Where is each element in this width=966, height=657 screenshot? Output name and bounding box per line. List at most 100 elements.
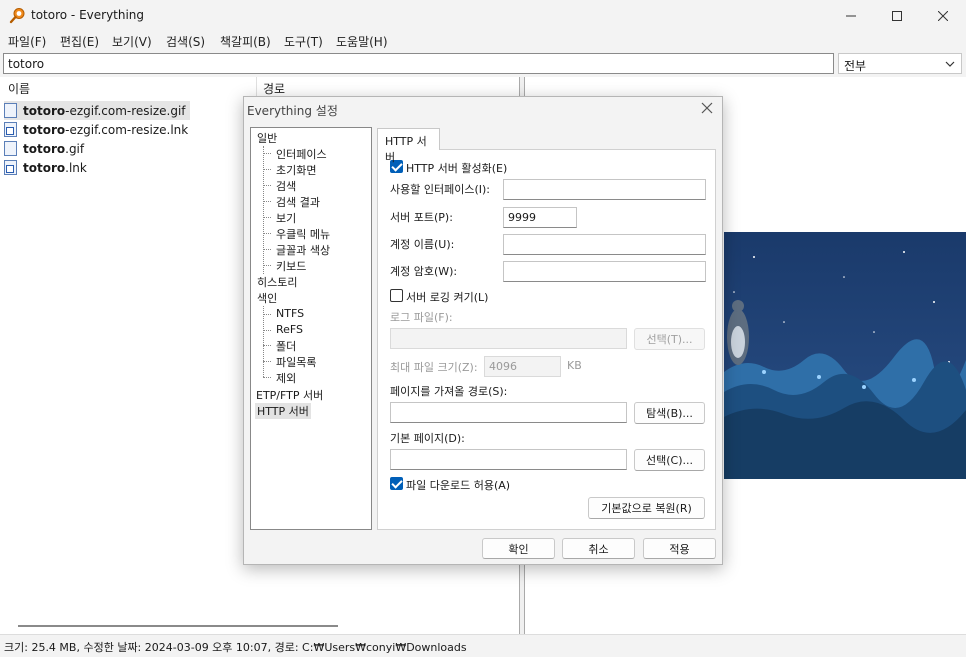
gif-file-icon bbox=[4, 103, 17, 118]
bind-interfaces-field[interactable] bbox=[503, 179, 706, 200]
menu-search[interactable]: 검색(S) bbox=[166, 33, 205, 50]
tree-connector bbox=[263, 249, 271, 250]
tree-item-exclude[interactable]: 제외 bbox=[276, 370, 296, 386]
password-field[interactable] bbox=[503, 261, 706, 282]
preview-image bbox=[724, 232, 966, 479]
apply-button[interactable]: 적용 bbox=[643, 538, 716, 559]
tree-connector bbox=[263, 265, 271, 266]
filter-value: 전부 bbox=[844, 59, 867, 73]
search-input[interactable]: totoro bbox=[3, 53, 834, 74]
allow-download-checkbox[interactable] bbox=[390, 477, 403, 490]
tree-connector bbox=[263, 314, 271, 315]
match-text: totoro bbox=[23, 141, 66, 156]
file-name-rest: .lnk bbox=[65, 160, 87, 175]
tree-item-general[interactable]: 일반 bbox=[257, 130, 277, 146]
tree-item-index[interactable]: 색인 bbox=[257, 290, 277, 306]
logging-label[interactable]: 서버 로깅 켜기(L) bbox=[406, 289, 488, 305]
tree-connector bbox=[263, 306, 264, 377]
tree-item-interface[interactable]: 인터페이스 bbox=[276, 146, 327, 162]
column-header-path[interactable]: 경로 bbox=[257, 77, 291, 97]
settings-dialog: Everything 설정 일반 인터페이스 초기화면 검색 검색 결과 보기 … bbox=[243, 96, 723, 565]
port-label: 서버 포트(P): bbox=[390, 211, 453, 224]
menu-help[interactable]: 도움말(H) bbox=[336, 33, 388, 50]
result-row[interactable]: totoro .gif bbox=[4, 139, 84, 158]
tree-connector bbox=[263, 361, 271, 362]
tree-item-folders[interactable]: 폴더 bbox=[276, 338, 296, 354]
tree-connector bbox=[263, 330, 271, 331]
max-size-field: 4096 bbox=[484, 356, 561, 377]
title-bar: totoro - Everything bbox=[0, 0, 966, 31]
everything-app-icon bbox=[9, 8, 25, 24]
result-row[interactable]: totoro .lnk bbox=[4, 158, 87, 177]
tree-item-view[interactable]: 보기 bbox=[276, 210, 296, 226]
serve-path-field[interactable] bbox=[390, 402, 627, 423]
username-field[interactable] bbox=[503, 234, 706, 255]
column-header-name[interactable]: 이름 bbox=[2, 77, 36, 97]
settings-category-tree[interactable]: 일반 인터페이스 초기화면 검색 검색 결과 보기 우클릭 메뉴 글꼴과 색상 … bbox=[250, 127, 372, 530]
tree-connector bbox=[263, 169, 271, 170]
tree-item-keyboard[interactable]: 키보드 bbox=[276, 258, 306, 274]
dialog-close-icon[interactable] bbox=[700, 101, 714, 115]
shortcut-file-icon bbox=[4, 122, 17, 137]
result-row[interactable]: totoro -ezgif.com-resize.lnk bbox=[4, 120, 188, 139]
tree-item-search[interactable]: 검색 bbox=[276, 178, 296, 194]
log-file-label: 로그 파일(F): bbox=[390, 311, 453, 324]
tree-item-fonts-colors[interactable]: 글꼴과 색상 bbox=[276, 242, 330, 258]
close-button[interactable] bbox=[920, 0, 966, 31]
shortcut-file-icon bbox=[4, 160, 17, 175]
match-text: totoro bbox=[23, 122, 66, 137]
chevron-down-icon bbox=[945, 61, 955, 67]
port-field[interactable]: 9999 bbox=[503, 207, 577, 228]
log-file-select-button: 선택(T)... bbox=[634, 328, 705, 350]
tab-http-server[interactable]: HTTP 서버 bbox=[377, 128, 440, 164]
allow-download-label[interactable]: 파일 다운로드 허용(A) bbox=[406, 477, 510, 493]
default-page-select-button[interactable]: 선택(C)... bbox=[634, 449, 705, 471]
maximize-icon bbox=[892, 10, 902, 21]
maximize-button[interactable] bbox=[874, 0, 920, 31]
menu-tools[interactable]: 도구(T) bbox=[284, 33, 323, 50]
menu-bar: 파일(F) 편집(E) 보기(V) 검색(S) 책갈피(B) 도구(T) 도움말… bbox=[0, 31, 966, 51]
default-page-label: 기본 페이지(D): bbox=[390, 432, 465, 445]
restore-defaults-button[interactable]: 기본값으로 복원(R) bbox=[588, 497, 705, 519]
menu-file[interactable]: 파일(F) bbox=[8, 33, 46, 50]
logging-checkbox[interactable] bbox=[390, 289, 403, 302]
tree-item-history[interactable]: 히스토리 bbox=[257, 274, 297, 290]
cancel-button[interactable]: 취소 bbox=[562, 538, 635, 559]
menu-edit[interactable]: 편집(E) bbox=[60, 33, 99, 50]
bind-interfaces-label: 사용할 인터페이스(I): bbox=[390, 183, 490, 196]
log-file-field bbox=[390, 328, 627, 349]
horizontal-scrollbar[interactable] bbox=[18, 625, 338, 627]
serve-path-label: 페이지를 가져올 경로(S): bbox=[390, 385, 508, 398]
default-page-field[interactable] bbox=[390, 449, 627, 470]
minimize-button[interactable] bbox=[828, 0, 874, 31]
tree-item-file-lists[interactable]: 파일목록 bbox=[276, 354, 316, 370]
serve-path-browse-button[interactable]: 탐색(B)... bbox=[634, 402, 705, 424]
tree-item-refs[interactable]: ReFS bbox=[276, 323, 303, 336]
dialog-title: Everything 설정 bbox=[247, 104, 338, 118]
window-title: totoro - Everything bbox=[31, 8, 145, 22]
tree-item-results[interactable]: 검색 결과 bbox=[276, 194, 320, 210]
tree-connector bbox=[263, 201, 271, 202]
file-name-rest: -ezgif.com-resize.gif bbox=[65, 103, 186, 118]
tree-connector bbox=[263, 233, 271, 234]
tree-item-http-server[interactable]: HTTP 서버 bbox=[255, 403, 311, 419]
file-name-rest: .gif bbox=[65, 141, 85, 156]
password-label: 계정 암호(W): bbox=[390, 265, 458, 278]
ok-button[interactable]: 확인 bbox=[482, 538, 555, 559]
minimize-icon bbox=[846, 15, 856, 16]
username-label: 계정 이름(U): bbox=[390, 238, 455, 251]
tree-item-etp-ftp-server[interactable]: ETP/FTP 서버 bbox=[256, 387, 323, 403]
tree-item-context-menu[interactable]: 우클릭 메뉴 bbox=[276, 226, 330, 242]
max-size-label: 최대 파일 크기(Z): bbox=[390, 361, 478, 374]
match-text: totoro bbox=[23, 103, 66, 118]
enable-http-label[interactable]: HTTP 서버 활성화(E) bbox=[406, 160, 507, 176]
result-row[interactable]: totoro -ezgif.com-resize.gif bbox=[4, 101, 190, 120]
tree-item-home[interactable]: 초기화면 bbox=[276, 162, 316, 178]
filter-dropdown[interactable]: 전부 bbox=[838, 53, 962, 74]
tree-connector bbox=[263, 217, 271, 218]
menu-view[interactable]: 보기(V) bbox=[112, 33, 152, 50]
tree-item-ntfs[interactable]: NTFS bbox=[276, 307, 304, 320]
tree-connector bbox=[263, 377, 271, 378]
menu-bookmarks[interactable]: 책갈피(B) bbox=[220, 33, 271, 50]
tree-connector bbox=[263, 345, 271, 346]
